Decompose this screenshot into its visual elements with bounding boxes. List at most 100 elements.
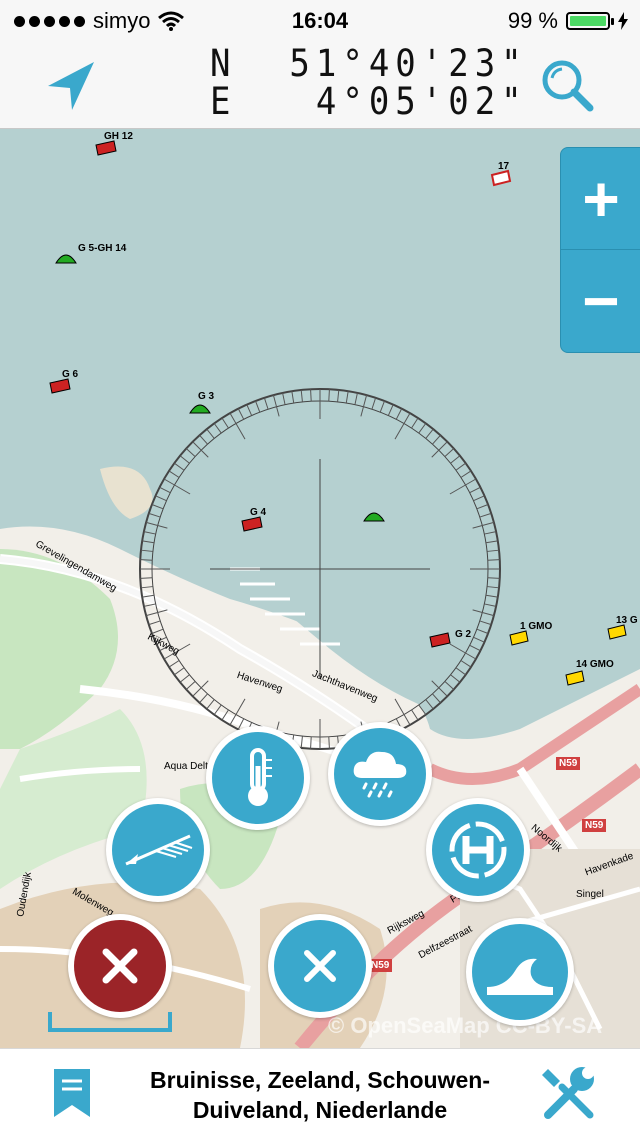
compass-tick [473, 495, 485, 502]
compass-tick [431, 680, 448, 697]
compass-tick [300, 389, 303, 402]
compass-tick [213, 423, 222, 434]
compass-tick [444, 448, 455, 457]
compass-tick [179, 455, 190, 464]
buoy-label: G 4 [250, 507, 267, 518]
compass-tick [140, 549, 153, 552]
zoom-control: + − [560, 147, 640, 353]
compass-tick [237, 408, 245, 420]
compass-tick [328, 736, 330, 749]
bookmark-icon[interactable] [50, 1067, 94, 1119]
location-arrow-icon[interactable] [44, 58, 100, 114]
buoy-label: 14 GMO [576, 659, 614, 670]
compass-tick [484, 531, 497, 535]
search-icon[interactable] [540, 58, 596, 114]
zoom-out-button[interactable]: − [561, 250, 640, 351]
compass-tick [142, 540, 155, 544]
compass-tick [432, 434, 441, 445]
zoom-in-button[interactable]: + [561, 148, 640, 250]
battery-icon [566, 12, 614, 30]
location-line-2: Duiveland, Niederlande [192, 1097, 448, 1123]
buoy-label: G 2 [455, 629, 472, 640]
compass-tick [485, 540, 498, 544]
location-bar: Bruinisse, Zeeland, Schouwen- Duiveland,… [0, 1048, 640, 1137]
longitude-readout: E 4°05'02" [210, 80, 528, 124]
compass-tick [432, 693, 441, 704]
compass-tick [371, 397, 377, 410]
close-icon [102, 948, 138, 984]
location-name: Bruinisse, Zeeland, Schouwen- Duiveland,… [110, 1065, 530, 1125]
compass-tick [337, 389, 340, 402]
compass-tick [185, 448, 196, 457]
compass-tick [444, 681, 455, 690]
street-label: Singel [576, 889, 604, 900]
buoy-label: 17 [498, 161, 510, 172]
compass-tick [328, 389, 330, 402]
compass-tick [476, 628, 489, 634]
compass-tick [487, 586, 500, 589]
temperature-button[interactable] [206, 726, 310, 830]
green-buoy-icon[interactable] [54, 247, 78, 267]
charging-icon [618, 12, 628, 30]
compass-tick [345, 391, 349, 404]
compass-tick [140, 577, 153, 579]
compass-tick [221, 417, 229, 429]
compass-tick [354, 392, 358, 405]
buoy-label: G 6 [62, 369, 79, 380]
buoy-label: G 3 [198, 391, 215, 402]
compass-tick [455, 667, 466, 676]
battery-percent: 99 % [507, 8, 558, 33]
buoy-label: 13 G [616, 615, 638, 626]
compass-tick [174, 462, 185, 471]
compass-tick [140, 559, 153, 561]
green-buoy-icon[interactable] [362, 501, 386, 525]
close-icon [304, 950, 336, 982]
compass-tick [469, 486, 481, 494]
compass-tick [282, 392, 286, 405]
compass-tick [460, 660, 472, 668]
red-buoy-icon[interactable] [428, 629, 452, 649]
compass-tick [395, 408, 403, 420]
close-menu-button[interactable] [68, 914, 172, 1018]
compass-tick [151, 504, 164, 510]
compass-tick [479, 620, 492, 626]
yellow-buoy-icon[interactable] [564, 669, 586, 687]
thermometer-icon [248, 748, 272, 806]
sea-map[interactable]: GH 12 17 G 5-GH 14 G 6 G 3 G 4 G 2 1 GMO… [0, 129, 640, 1048]
wind-button[interactable] [106, 798, 210, 902]
compass-tick [192, 441, 209, 458]
compass-tick [310, 389, 312, 402]
waves-button[interactable] [466, 918, 574, 1026]
compass-tick [263, 397, 269, 410]
coordinate-bar: N 51°40'23" E 4°05'02" [0, 40, 640, 129]
compass-tick [460, 470, 472, 478]
compass-tick [246, 404, 253, 416]
compass-tick [206, 428, 215, 439]
compass-tick [291, 391, 295, 404]
location-line-1: Bruinisse, Zeeland, Schouwen- [150, 1067, 490, 1093]
compass-tick [379, 400, 385, 413]
compass-tick [487, 549, 500, 552]
compass-tick [411, 417, 419, 429]
compass-tick [450, 455, 461, 464]
map-attribution: © OpenSeaMap CC-BY-SA [328, 1013, 603, 1038]
selection-bracket [48, 1012, 172, 1032]
wind-arrow-icon [125, 834, 193, 866]
compass-tick [487, 577, 500, 579]
compass-tick [450, 674, 461, 683]
dismiss-button[interactable] [268, 914, 372, 1018]
wave-icon [487, 958, 553, 995]
harbor-button[interactable] [426, 798, 530, 902]
buoy-label: GH 12 [104, 131, 133, 142]
compass-tick [455, 462, 466, 471]
compass-tick [484, 603, 497, 607]
compass-tick [168, 470, 180, 478]
tools-icon[interactable] [540, 1063, 600, 1123]
road-shield: N59 [582, 819, 607, 832]
compass-tick [199, 434, 208, 445]
compass-tick [143, 531, 156, 535]
compass-tick [431, 441, 448, 458]
compass-tick [418, 423, 427, 434]
compass-tick [479, 512, 492, 518]
rain-button[interactable] [328, 722, 432, 826]
